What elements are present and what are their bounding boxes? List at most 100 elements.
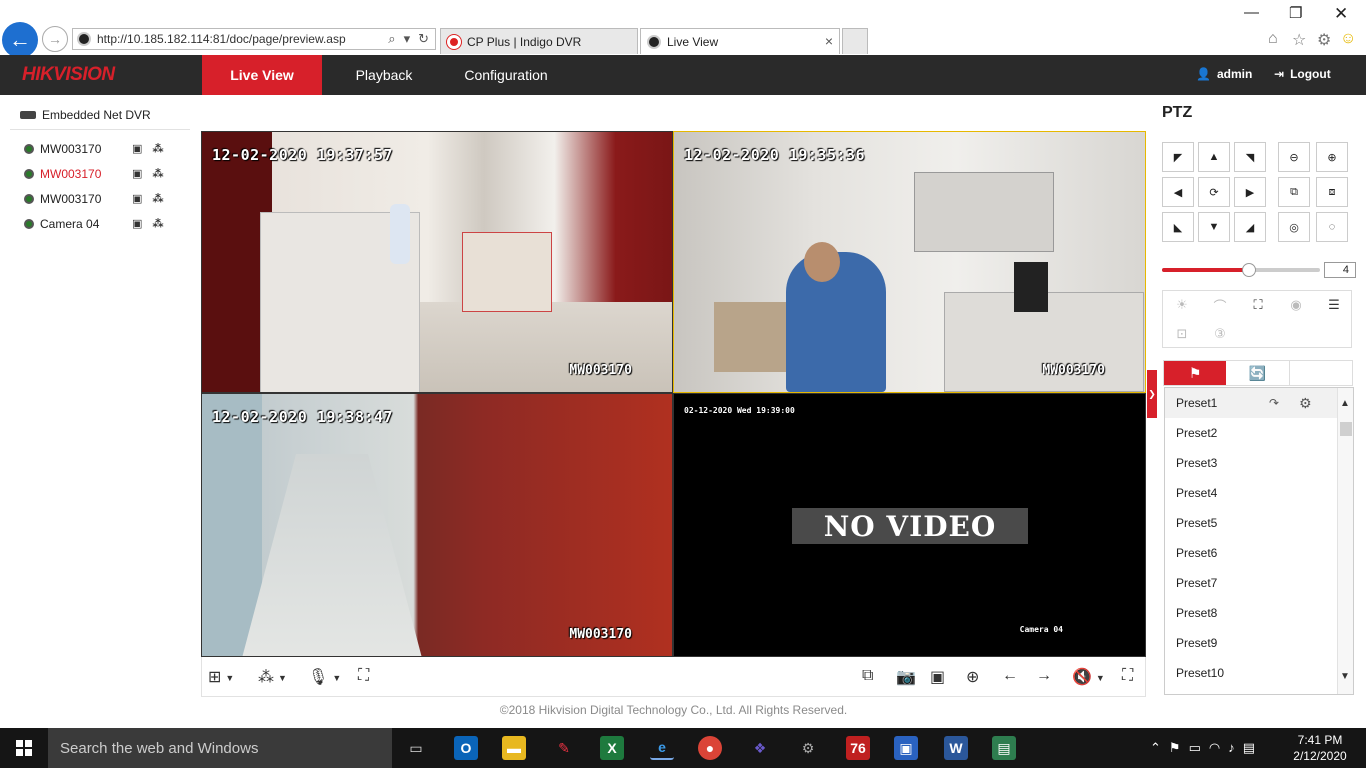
tab-live-view[interactable]: Live View [202, 55, 322, 95]
preset-scrollbar[interactable]: ▲ ▼ [1337, 388, 1353, 694]
ptz-right-button[interactable]: ▶ [1234, 177, 1266, 207]
ptz-control-icon[interactable]: ⁂ [152, 217, 163, 230]
ptz-up-button[interactable]: ▲ [1198, 142, 1230, 172]
slider-handle[interactable] [1241, 263, 1256, 277]
record-icon[interactable]: ▣ [132, 142, 142, 155]
ptz-auto-scan-button[interactable]: ⟳ [1198, 177, 1230, 207]
digital-zoom-button[interactable]: ⊕ [966, 667, 979, 687]
word-icon[interactable]: W [944, 736, 968, 760]
battery-icon[interactable]: ▭ [1189, 740, 1201, 756]
camera-item[interactable]: MW003170 ▣ ⁂ [10, 186, 190, 211]
preset-item[interactable]: Preset5 [1165, 508, 1353, 538]
url-text[interactable]: http://10.185.182.114:81/doc/page/previe… [97, 32, 388, 46]
chevron-down-icon[interactable]: ▼ [1340, 671, 1350, 682]
video-tile-selected[interactable]: 12-02-2020 19:35:36 MW003170 [673, 131, 1146, 393]
excel-icon[interactable]: X [600, 736, 624, 760]
gear-icon[interactable]: ⚙ [1299, 395, 1312, 412]
stop-all-button[interactable]: ⧉ [862, 667, 873, 685]
previous-page-button[interactable]: ← [1002, 667, 1018, 685]
focus-near-button[interactable]: ⧉ [1278, 177, 1310, 207]
gear-icon[interactable]: ⚙ [1317, 30, 1331, 50]
file-explorer-icon[interactable]: ▬ [502, 736, 526, 760]
video-tile[interactable]: 12-02-2020 19:38:47 MW003170 [201, 393, 673, 657]
preset-item[interactable]: Preset3 [1165, 448, 1353, 478]
iris-close-button[interactable]: ◌ [1316, 212, 1348, 242]
record-button[interactable]: ▣ [930, 667, 945, 687]
ptz-control-icon[interactable]: ⁂ [152, 192, 163, 205]
light-button[interactable]: ☀ [1163, 291, 1201, 319]
record-icon[interactable]: ▣ [132, 217, 142, 230]
video-tile[interactable]: 02-12-2020 Wed 19:39:00 NO VIDEO Camera … [673, 393, 1146, 657]
tab-configuration[interactable]: Configuration [450, 55, 562, 95]
preset-item[interactable]: Preset1 ↷ ⚙ [1165, 388, 1353, 418]
paint-app-icon[interactable]: ✎ [552, 736, 576, 760]
preset-item[interactable]: Preset8 [1165, 598, 1353, 628]
wifi-icon[interactable]: ◠ [1209, 740, 1220, 756]
preset-item[interactable]: Preset9 [1165, 628, 1353, 658]
back-arrow-icon[interactable]: ← [2, 22, 38, 58]
volume-icon[interactable]: ♪ [1228, 740, 1235, 756]
ptz-left-button[interactable]: ◀ [1162, 177, 1194, 207]
windows-start-icon[interactable] [16, 740, 32, 756]
ptz-down-button[interactable]: ▼ [1198, 212, 1230, 242]
refresh-icon[interactable]: ↻ [418, 31, 429, 47]
camera-item[interactable]: MW003170 ▣ ⁂ [10, 161, 190, 186]
home-icon[interactable]: ⌂ [1268, 30, 1278, 48]
camera-item[interactable]: MW003170 ▣ ⁂ [10, 136, 190, 161]
tab-playback[interactable]: Playback [335, 55, 433, 95]
stream-type-button[interactable]: ⁂ ▼ [258, 667, 287, 687]
internet-explorer-icon[interactable]: e [650, 736, 674, 760]
record-icon[interactable]: ▣ [132, 167, 142, 180]
fullscreen-button[interactable]: ⛶ [1122, 667, 1133, 685]
logout-button[interactable]: ⇥ Logout [1274, 67, 1331, 81]
manual-track-button[interactable]: ⊡ [1163, 320, 1201, 348]
focus-far-button[interactable]: ⧈ [1316, 177, 1348, 207]
record-icon[interactable]: ▣ [132, 192, 142, 205]
preset-item[interactable]: Preset4 [1165, 478, 1353, 508]
lens-init-button[interactable]: ◉ [1277, 291, 1315, 319]
one-touch-focus-button[interactable]: ⛶ [1239, 291, 1277, 319]
new-tab-button[interactable] [842, 28, 868, 54]
ptz-down-right-button[interactable]: ◢ [1234, 212, 1266, 242]
zoom-in-button[interactable]: ⊕ [1316, 142, 1348, 172]
network-tool-icon[interactable]: ⚙ [796, 736, 820, 760]
preset-item[interactable]: Preset2 [1165, 418, 1353, 448]
spreadsheet-app-icon[interactable]: ▤ [992, 736, 1016, 760]
restore-icon[interactable]: ❐ [1289, 4, 1302, 22]
app-launcher-icon[interactable]: 76 [846, 736, 870, 760]
preset-item[interactable]: Preset6 [1165, 538, 1353, 568]
window-layout-button[interactable]: ⊞ ▼ [208, 667, 234, 687]
ptz-control-icon[interactable]: ⁂ [152, 142, 163, 155]
browser-tab-live-view[interactable]: Live View × [640, 28, 840, 54]
iris-open-button[interactable]: ◎ [1278, 212, 1310, 242]
window-app-icon[interactable]: ▣ [894, 736, 918, 760]
menu-button[interactable]: ☰ [1315, 291, 1353, 319]
browser-tab-cp-plus[interactable]: CP Plus | Indigo DVR [440, 28, 638, 54]
tab-pattern[interactable] [1290, 361, 1352, 385]
taskbar-clock[interactable]: 7:41 PM 2/12/2020 [1290, 732, 1350, 764]
3d-zoom-button[interactable]: ③ [1201, 320, 1239, 348]
notification-icon[interactable]: ▤ [1243, 740, 1255, 756]
collapse-panel-icon[interactable]: ❯ [1147, 370, 1157, 418]
ptz-up-left-button[interactable]: ◤ [1162, 142, 1194, 172]
user-menu[interactable]: 👤 admin [1196, 67, 1252, 81]
task-view-icon[interactable]: ▭ [404, 736, 428, 760]
camera-item[interactable]: Camera 04 ▣ ⁂ [10, 211, 190, 236]
preset-item[interactable]: Preset7 [1165, 568, 1353, 598]
next-page-button[interactable]: → [1036, 667, 1052, 685]
stop-all-preview-button[interactable]: ⛶ [358, 667, 369, 685]
tab-patrol[interactable]: 🔄 [1226, 361, 1290, 385]
app-icon[interactable]: ❖ [748, 736, 772, 760]
volume-button[interactable]: 🔇 ▼ [1072, 667, 1105, 687]
dropdown-icon[interactable]: ▾ [404, 31, 411, 47]
ptz-speed-slider[interactable] [1162, 263, 1320, 277]
address-bar[interactable]: http://10.185.182.114:81/doc/page/previe… [72, 28, 436, 50]
audio-button[interactable]: 🎙 ▼ [308, 667, 341, 687]
close-tab-icon[interactable]: × [825, 33, 833, 49]
chrome-icon[interactable]: ● [698, 736, 722, 760]
ptz-up-right-button[interactable]: ◥ [1234, 142, 1266, 172]
forward-arrow-icon[interactable]: → [42, 26, 68, 52]
preset-item[interactable]: Preset10 [1165, 658, 1353, 688]
ptz-down-left-button[interactable]: ◣ [1162, 212, 1194, 242]
ptz-control-icon[interactable]: ⁂ [152, 167, 163, 180]
